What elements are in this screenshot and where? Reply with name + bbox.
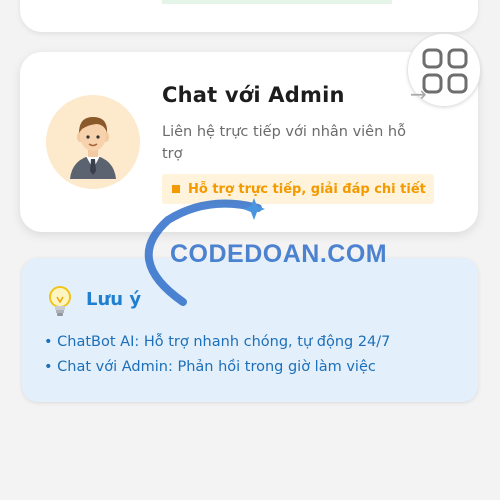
- admin-card-title: Chat với Admin: [162, 83, 345, 107]
- watermark-text: CODEDOAN.COM: [170, 240, 388, 268]
- businessman-avatar-icon: [70, 117, 116, 179]
- note-line-admin: • Chat với Admin: Phản hồi trong giờ làm…: [44, 359, 376, 375]
- lightbulb-icon: [49, 286, 71, 316]
- admin-card-description: Liên hệ trực tiếp với nhân viên hỗ trợ: [162, 124, 406, 162]
- chatbot-card[interactable]: [20, 0, 478, 32]
- chatbot-card-badge: [162, 0, 392, 4]
- right-arrow-icon[interactable]: →: [410, 82, 427, 106]
- note-line-chatbot: • ChatBot AI: Hỗ trợ nhanh chóng, tự độn…: [44, 334, 391, 350]
- page: Chat với Admin Liên hệ trực tiếp với nhâ…: [0, 0, 500, 500]
- admin-avatar: [46, 95, 140, 189]
